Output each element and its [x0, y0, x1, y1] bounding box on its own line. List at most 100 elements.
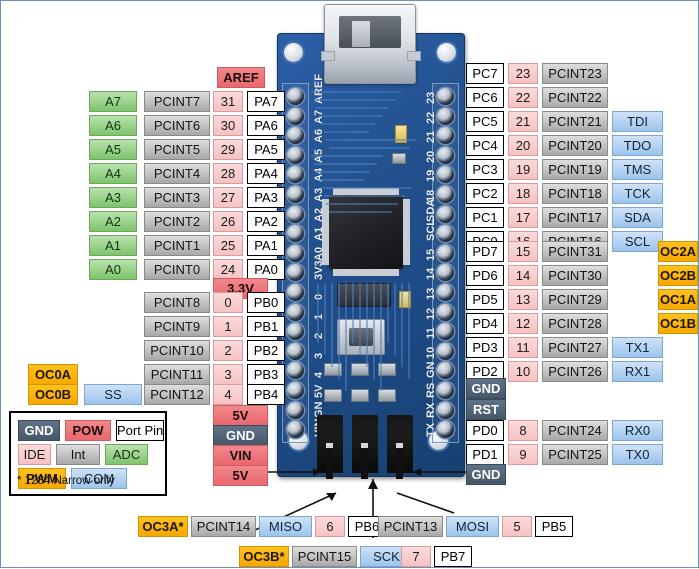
- right-ide-14: 14: [508, 265, 538, 286]
- left-adc-A0: A0: [89, 259, 137, 280]
- right-int-PCINT18: PCINT18: [542, 183, 608, 204]
- pcb-trace: [313, 99, 395, 101]
- right-pwm-OC2A: OC2A: [658, 241, 698, 262]
- pcb-trace: [321, 123, 375, 125]
- left-adc-A5: A5: [89, 139, 137, 160]
- right-com-SCL: SCL: [612, 231, 663, 252]
- right-int-PCINT28: PCINT28: [542, 313, 608, 334]
- left-ide-28: 28: [213, 163, 243, 184]
- pcb-trace: [313, 163, 377, 165]
- resistor-e: [324, 389, 342, 402]
- right-pwm-OC2B: OC2B: [658, 265, 698, 286]
- right-pwm-OC1B: OC1B: [658, 313, 698, 334]
- board-pad-right-18: [437, 186, 454, 203]
- pcb-trace: [323, 195, 405, 197]
- right-int-PCINT17: PCINT17: [542, 207, 608, 228]
- right-pin-gnd-18: GND: [466, 464, 506, 485]
- board-silk-right-14: 14: [425, 268, 437, 281]
- left-int-PCINT10: PCINT10: [144, 340, 210, 361]
- board-pad-left-a7: [287, 107, 304, 125]
- right-ide-21: 21: [508, 111, 538, 132]
- left-adc-A4: A4: [89, 163, 137, 184]
- right-port-PC4: PC4: [466, 135, 504, 156]
- resistor-a: [392, 153, 406, 164]
- board-pad-right-15: [437, 244, 454, 262]
- left-adc-A2: A2: [89, 211, 137, 232]
- pcb-trace: [373, 283, 375, 379]
- board-silk-right-12: 12: [425, 307, 437, 320]
- legend-item-int: Int: [56, 444, 100, 465]
- mcu-pins-right: [403, 199, 410, 265]
- pcb-trace: [401, 283, 403, 367]
- left-port-PA3: PA3: [247, 187, 285, 208]
- board-silk-right-rx: RX: [425, 402, 437, 418]
- legend-item-ide: IDE: [18, 444, 51, 465]
- left-int-PCINT1: PCINT1: [144, 235, 210, 256]
- left-ide-3: 3: [213, 364, 243, 385]
- right-ide-13: 13: [508, 289, 538, 310]
- pcb-trace: [326, 139, 416, 141]
- left-pin-gnd: GND: [213, 425, 268, 446]
- board-silk-right-23: 23: [425, 91, 437, 104]
- right-com-TMS: TMS: [612, 159, 663, 180]
- board-pad-right-23: [437, 88, 454, 105]
- right-int-PCINT27: PCINT27: [542, 337, 608, 358]
- right-int-PCINT30: PCINT30: [542, 265, 608, 286]
- pcb-trace: [311, 91, 401, 93]
- right-int-PCINT26: PCINT26: [542, 361, 608, 382]
- usb-slot: [339, 16, 401, 48]
- right-com-SDA: SDA: [612, 207, 663, 228]
- right-ide-19: 19: [508, 159, 538, 180]
- bottom-int-pcint15: PCINT15: [292, 546, 357, 567]
- left-ide-2: 2: [213, 340, 243, 361]
- legend-footnote: * 1284 Narrow only: [17, 475, 115, 487]
- right-ide-15: 15: [508, 241, 538, 262]
- left-ide-27: 27: [213, 187, 243, 208]
- right-port-PD5: PD5: [466, 289, 504, 310]
- board-pad-left-5v: [287, 382, 304, 399]
- left-port-PB4: PB4: [247, 384, 285, 405]
- right-ide-8: 8: [508, 420, 538, 441]
- pcb-trace: [324, 283, 326, 355]
- board-pad-left-a0: [287, 244, 304, 262]
- right-com-TDO: TDO: [612, 135, 663, 156]
- right-pin-gnd-14: GND: [466, 378, 506, 399]
- microcontroller-chip: [329, 195, 403, 269]
- board-silk-right-11: 11: [425, 327, 437, 340]
- left-port-PA4: PA4: [247, 163, 285, 184]
- right-ide-20: 20: [508, 135, 538, 156]
- right-com-RX0: RX0: [612, 420, 663, 441]
- board-pad-left-1: [287, 303, 304, 321]
- right-ide-10: 10: [508, 361, 538, 382]
- left-adc-A1: A1: [89, 235, 137, 256]
- right-port-PC7: PC7: [466, 63, 504, 84]
- board-pad-right-13: [437, 284, 454, 301]
- pcb-trace: [408, 283, 410, 379]
- left-port-PB3: PB3: [247, 364, 285, 385]
- right-int-PCINT24: PCINT24: [542, 420, 608, 441]
- left-adc-A6: A6: [89, 115, 137, 136]
- right-pwm-OC1A: OC1A: [658, 289, 698, 310]
- resistor-f: [351, 389, 369, 402]
- right-port-PD4: PD4: [466, 313, 504, 334]
- mcu-pins-top: [333, 188, 399, 195]
- board-silk-right-rs: RS: [425, 382, 437, 398]
- pcb-trace: [331, 283, 333, 367]
- bottom-ide-7: 7: [401, 546, 431, 567]
- pcb-trace: [338, 283, 340, 379]
- right-ide-17: 17: [508, 207, 538, 228]
- bottom-ide-5: 5: [502, 516, 532, 537]
- left-com-SS: SS: [84, 384, 142, 405]
- board-pad-right-rs: [437, 382, 454, 399]
- icsp-header-3: [387, 415, 413, 479]
- legend-item-pow: POW: [65, 420, 111, 441]
- pcb-trace: [318, 115, 382, 117]
- left-int-PCINT12: PCINT12: [144, 384, 210, 405]
- left-ide-29: 29: [213, 139, 243, 160]
- legend-box: GND POW Port Pin IDE Int ADC PWM COM * 1…: [9, 411, 167, 496]
- icsp-header-3-leg: [396, 449, 403, 479]
- board-pad-right-12: [437, 303, 454, 321]
- left-port-PA0: PA0: [247, 259, 285, 280]
- left-int-PCINT8: PCINT8: [144, 292, 210, 313]
- mcu-pins-bottom: [333, 269, 399, 276]
